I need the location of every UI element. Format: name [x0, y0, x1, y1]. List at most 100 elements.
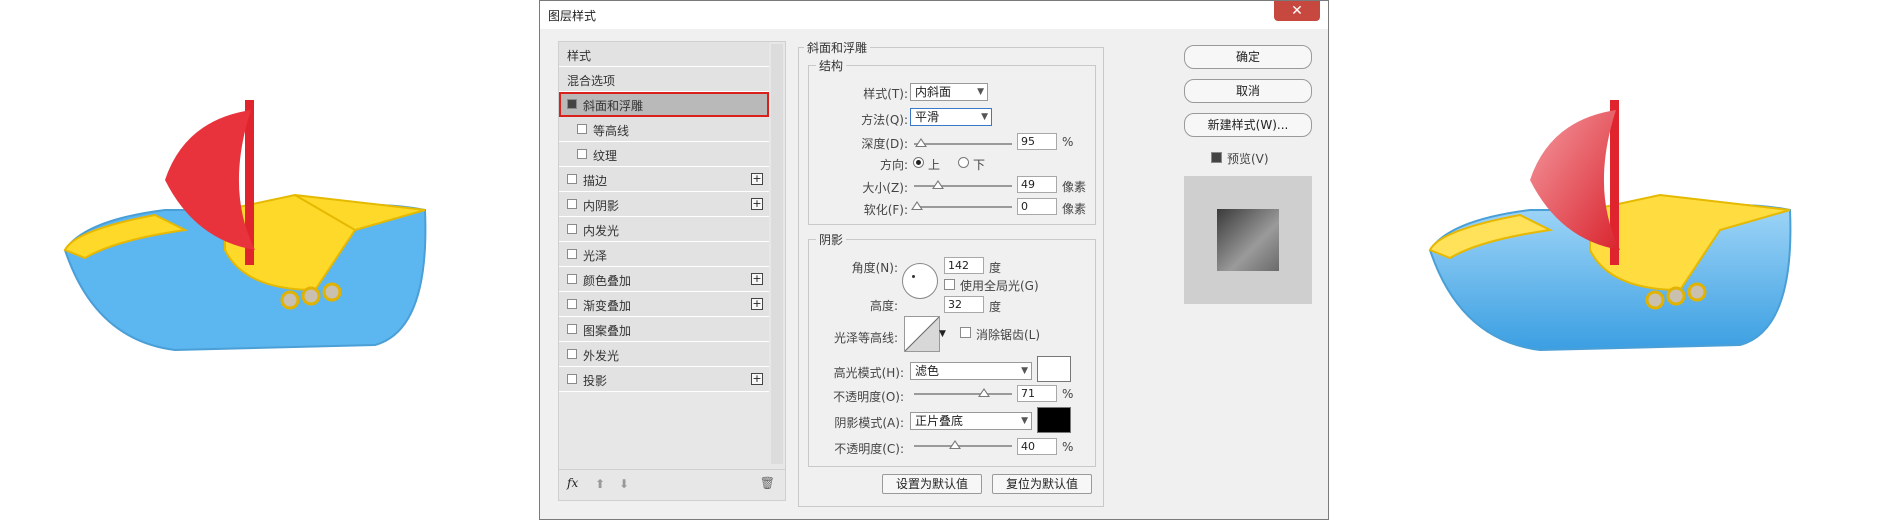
style-select[interactable]: 内斜面 ▼	[910, 83, 988, 101]
angle-input[interactable]: 142	[944, 257, 984, 274]
size-slider[interactable]	[914, 185, 1012, 187]
chevron-down-icon: ▼	[1021, 366, 1028, 376]
plus-icon[interactable]: +	[751, 198, 763, 210]
close-button[interactable]: ✕	[1274, 1, 1320, 21]
style-item-pattern-overlay[interactable]: 图案叠加	[559, 317, 769, 342]
direction-down-radio[interactable]	[958, 157, 969, 168]
scrollbar[interactable]	[771, 44, 783, 464]
style-item-bevel[interactable]: 斜面和浮雕	[559, 92, 769, 117]
plus-icon[interactable]: +	[751, 273, 763, 285]
fx-icon[interactable]: fx	[567, 476, 578, 490]
move-down-icon[interactable]: ⬇	[619, 477, 629, 491]
style-item-drop-shadow[interactable]: 投影 +	[559, 367, 769, 392]
highlight-opacity-slider[interactable]	[914, 393, 1012, 395]
style-item-stroke[interactable]: 描边 +	[559, 167, 769, 192]
highlight-mode-label: 高光模式(H):	[833, 366, 904, 380]
styles-header[interactable]: 样式	[559, 42, 769, 67]
shadow-opacity-slider[interactable]	[914, 445, 1012, 447]
checkbox[interactable]	[567, 174, 577, 184]
depth-label: 深度(D):	[861, 137, 908, 151]
style-label: 样式(T):	[863, 87, 908, 101]
method-value: 平滑	[915, 110, 940, 124]
direction-down-label: 下	[973, 158, 986, 172]
style-preview-swatch	[1217, 209, 1279, 271]
checkbox[interactable]	[567, 299, 577, 309]
altitude-input[interactable]: 32	[944, 296, 984, 313]
styles-footer: fx ⬆ ⬇ 🗑	[559, 469, 785, 500]
preview-checkbox[interactable]	[1211, 152, 1222, 163]
move-up-icon[interactable]: ⬆	[595, 477, 605, 491]
style-item-satin[interactable]: 光泽	[559, 242, 769, 267]
highlight-opacity-unit: %	[1062, 387, 1074, 401]
boat-illustration-after	[1428, 100, 1792, 352]
soften-input[interactable]: 0	[1017, 198, 1057, 215]
style-item-inner-shadow[interactable]: 内阴影 +	[559, 192, 769, 217]
section-title: 斜面和浮雕	[804, 39, 871, 56]
highlight-opacity-thumb[interactable]	[978, 388, 990, 397]
style-item-outer-glow[interactable]: 外发光	[559, 342, 769, 367]
checkbox[interactable]	[567, 349, 577, 359]
checkbox[interactable]	[577, 149, 587, 159]
dialog-titlebar: 图层样式 ✕	[540, 1, 1328, 29]
checkbox[interactable]	[567, 224, 577, 234]
checkbox[interactable]	[567, 249, 577, 259]
shadow-opacity-label: 不透明度(C):	[834, 442, 904, 456]
shadow-mode-value: 正片叠底	[915, 414, 964, 428]
soften-slider-thumb[interactable]	[911, 201, 923, 210]
shadow-opacity-input[interactable]: 40	[1017, 438, 1057, 455]
checkbox[interactable]	[567, 374, 577, 384]
shadow-mode-select[interactable]: 正片叠底 ▼	[910, 412, 1032, 430]
depth-input[interactable]: 95	[1017, 133, 1057, 150]
checkbox[interactable]	[567, 274, 577, 284]
shadow-mode-label: 阴影模式(A):	[834, 416, 904, 430]
highlight-mode-select[interactable]: 滤色 ▼	[910, 362, 1032, 380]
checkbox[interactable]	[567, 99, 577, 109]
chevron-down-icon: ▼	[977, 87, 984, 97]
style-item-contour[interactable]: 等高线	[559, 117, 769, 142]
highlight-opacity-label: 不透明度(O):	[833, 390, 904, 404]
depth-slider[interactable]	[914, 143, 1012, 145]
depth-slider-thumb[interactable]	[915, 138, 927, 147]
highlight-color-swatch[interactable]	[1037, 356, 1071, 382]
set-default-button[interactable]: 设置为默认值	[882, 474, 982, 494]
angle-unit: 度	[989, 261, 1002, 275]
plus-icon[interactable]: +	[751, 173, 763, 185]
method-select[interactable]: 平滑 ▼	[910, 108, 992, 126]
size-input[interactable]: 49	[1017, 176, 1057, 193]
plus-icon[interactable]: +	[751, 298, 763, 310]
soften-unit: 像素	[1062, 202, 1087, 216]
style-item-texture[interactable]: 纹理	[559, 142, 769, 167]
trash-icon[interactable]: 🗑	[760, 476, 775, 490]
style-item-color-overlay[interactable]: 颜色叠加 +	[559, 267, 769, 292]
plus-icon[interactable]: +	[751, 373, 763, 385]
checkbox[interactable]	[567, 199, 577, 209]
blend-options[interactable]: 混合选项	[559, 67, 769, 92]
direction-label: 方向:	[879, 158, 908, 172]
contour-curve-icon	[904, 316, 940, 352]
reset-default-button[interactable]: 复位为默认值	[992, 474, 1092, 494]
cancel-button[interactable]: 取消	[1184, 79, 1312, 103]
layer-style-dialog: 图层样式 ✕ 样式 混合选项 斜面和浮雕 等高线 纹理 描边 + 内阴影 + 内…	[539, 0, 1329, 520]
highlight-opacity-input[interactable]: 71	[1017, 385, 1057, 402]
angle-dial[interactable]	[902, 263, 938, 299]
ok-button[interactable]: 确定	[1184, 45, 1312, 69]
checkbox[interactable]	[567, 324, 577, 334]
chevron-down-icon[interactable]: ▼	[939, 329, 946, 339]
global-light-checkbox[interactable]	[944, 279, 955, 290]
chevron-down-icon: ▼	[981, 112, 988, 122]
checkbox[interactable]	[577, 124, 587, 134]
direction-up-radio[interactable]	[913, 157, 924, 168]
method-label: 方法(Q):	[861, 113, 908, 127]
dialog-title: 图层样式	[548, 9, 597, 23]
shadow-opacity-thumb[interactable]	[949, 440, 961, 449]
gloss-contour-preview[interactable]	[904, 316, 940, 352]
shadow-opacity-unit: %	[1062, 440, 1074, 454]
new-style-button[interactable]: 新建样式(W)...	[1184, 113, 1312, 137]
boat-illustration-before	[63, 100, 427, 352]
style-item-gradient-overlay[interactable]: 渐变叠加 +	[559, 292, 769, 317]
size-slider-thumb[interactable]	[932, 180, 944, 189]
style-item-inner-glow[interactable]: 内发光	[559, 217, 769, 242]
anti-alias-checkbox[interactable]	[960, 327, 971, 338]
soften-slider[interactable]	[914, 206, 1012, 208]
shadow-color-swatch[interactable]	[1037, 407, 1071, 433]
